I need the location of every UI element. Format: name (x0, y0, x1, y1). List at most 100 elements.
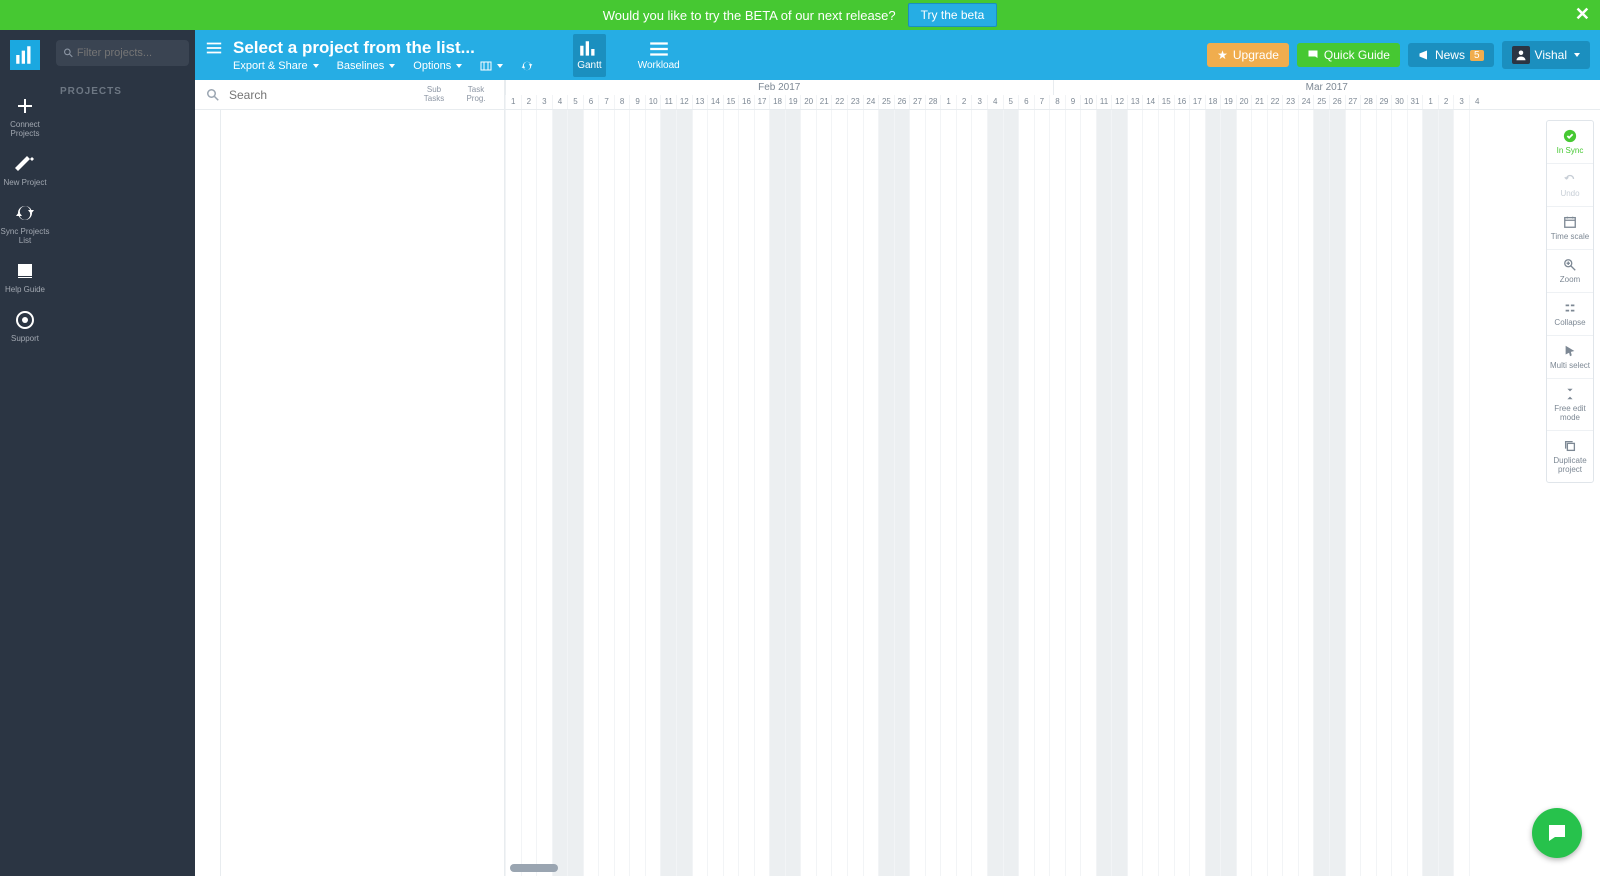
day-column (676, 110, 692, 876)
day-column (583, 110, 599, 876)
day-column (1251, 110, 1267, 876)
day-column (925, 110, 941, 876)
day-label: 5 (567, 95, 583, 110)
page-title: Select a project from the list... (233, 38, 475, 58)
tool-free-edit-mode[interactable]: Free edit mode (1547, 379, 1593, 431)
left-nav: Connect Projects New Project Sync Projec… (0, 30, 50, 876)
day-label: 10 (645, 95, 661, 110)
sidebar-item-new-project[interactable]: New Project (3, 154, 46, 187)
month-label: Mar 2017 (1053, 80, 1600, 95)
day-column (1391, 110, 1407, 876)
day-label: 2 (1438, 95, 1454, 110)
day-label: 30 (1391, 95, 1407, 110)
timeline[interactable]: Feb 2017Mar 2017 12345678910111213141516… (505, 80, 1600, 876)
day-column (614, 110, 630, 876)
day-label: 19 (785, 95, 801, 110)
day-label: 4 (987, 95, 1003, 110)
day-label: 4 (1469, 95, 1485, 110)
search-icon (207, 89, 219, 101)
sidebar-item-sync[interactable]: Sync Projects List (0, 203, 50, 245)
tool-zoom[interactable]: Zoom (1547, 250, 1593, 293)
banner-text: Would you like to try the BETA of our ne… (603, 8, 896, 23)
col-task-prog: Task Prog. (460, 86, 492, 104)
beta-banner: Would you like to try the BETA of our ne… (0, 0, 1600, 30)
horizontal-scrollbar[interactable] (510, 864, 558, 872)
day-column (863, 110, 879, 876)
chat-fab[interactable] (1532, 808, 1582, 858)
quick-guide-button[interactable]: Quick Guide (1297, 43, 1400, 67)
day-column (692, 110, 708, 876)
sidebar-item-support[interactable]: Support (11, 310, 39, 343)
task-search-input[interactable] (229, 88, 408, 102)
day-column (645, 110, 661, 876)
day-column (1080, 110, 1096, 876)
day-column (1267, 110, 1283, 876)
day-column (894, 110, 910, 876)
day-label: 23 (847, 95, 863, 110)
user-menu[interactable]: Vishal (1502, 41, 1590, 69)
close-icon[interactable]: ✕ (1575, 4, 1590, 25)
day-column (1158, 110, 1174, 876)
day-label: 7 (1034, 95, 1050, 110)
day-label: 24 (1298, 95, 1314, 110)
day-column (940, 110, 956, 876)
app-logo[interactable] (10, 40, 40, 70)
tool-duplicate-project[interactable]: Duplicate project (1547, 431, 1593, 482)
day-column (629, 110, 645, 876)
day-label: 12 (676, 95, 692, 110)
upgrade-button[interactable]: ★ Upgrade (1207, 43, 1289, 67)
day-column (505, 110, 521, 876)
day-label: 6 (1018, 95, 1034, 110)
menu-columns[interactable] (480, 60, 503, 72)
day-column (800, 110, 816, 876)
day-column (1329, 110, 1345, 876)
tool-time-scale[interactable]: Time scale (1547, 207, 1593, 250)
tool-in-sync[interactable]: In Sync (1547, 121, 1593, 164)
day-label: 16 (738, 95, 754, 110)
menu-options[interactable]: Options (413, 60, 462, 72)
day-column (987, 110, 1003, 876)
day-label: 23 (1282, 95, 1298, 110)
day-column (1313, 110, 1329, 876)
tool-undo[interactable]: Undo (1547, 164, 1593, 207)
task-panel: Sub Tasks Task Prog. (195, 80, 505, 876)
news-button[interactable]: News5 (1408, 43, 1494, 67)
day-column (1174, 110, 1190, 876)
filter-projects-box[interactable] (56, 40, 189, 66)
day-label: 13 (1127, 95, 1143, 110)
day-column (878, 110, 894, 876)
day-column (598, 110, 614, 876)
menu-baselines[interactable]: Baselines (337, 60, 396, 72)
tab-workload[interactable]: Workload (634, 34, 684, 77)
try-beta-button[interactable]: Try the beta (908, 3, 998, 27)
day-label: 9 (629, 95, 645, 110)
day-column (1236, 110, 1252, 876)
tab-gantt[interactable]: Gantt (573, 34, 605, 77)
day-label: 3 (536, 95, 552, 110)
menu-export[interactable]: Export & Share (233, 60, 319, 72)
day-label: 14 (707, 95, 723, 110)
day-column (1345, 110, 1361, 876)
filter-projects-input[interactable] (77, 47, 181, 59)
day-column (1453, 110, 1469, 876)
day-column (1205, 110, 1221, 876)
day-column (1360, 110, 1376, 876)
sidebar-item-connect[interactable]: Connect Projects (0, 96, 50, 138)
tool-multi-select[interactable]: Multi select (1547, 336, 1593, 379)
refresh-button[interactable] (521, 60, 533, 72)
day-column (1376, 110, 1392, 876)
month-label: Feb 2017 (505, 80, 1053, 95)
right-toolbar: In SyncUndoTime scaleZoomCollapseMulti s… (1546, 120, 1594, 483)
tool-collapse[interactable]: Collapse (1547, 293, 1593, 336)
day-label: 22 (1267, 95, 1283, 110)
day-column (1438, 110, 1454, 876)
sidebar-item-help[interactable]: Help Guide (5, 261, 45, 294)
menu-icon[interactable] (205, 39, 223, 57)
day-column (707, 110, 723, 876)
day-label: 11 (660, 95, 676, 110)
day-column (1003, 110, 1019, 876)
col-sub-tasks: Sub Tasks (418, 86, 450, 104)
day-column (909, 110, 925, 876)
day-label: 31 (1407, 95, 1423, 110)
day-column (1282, 110, 1298, 876)
